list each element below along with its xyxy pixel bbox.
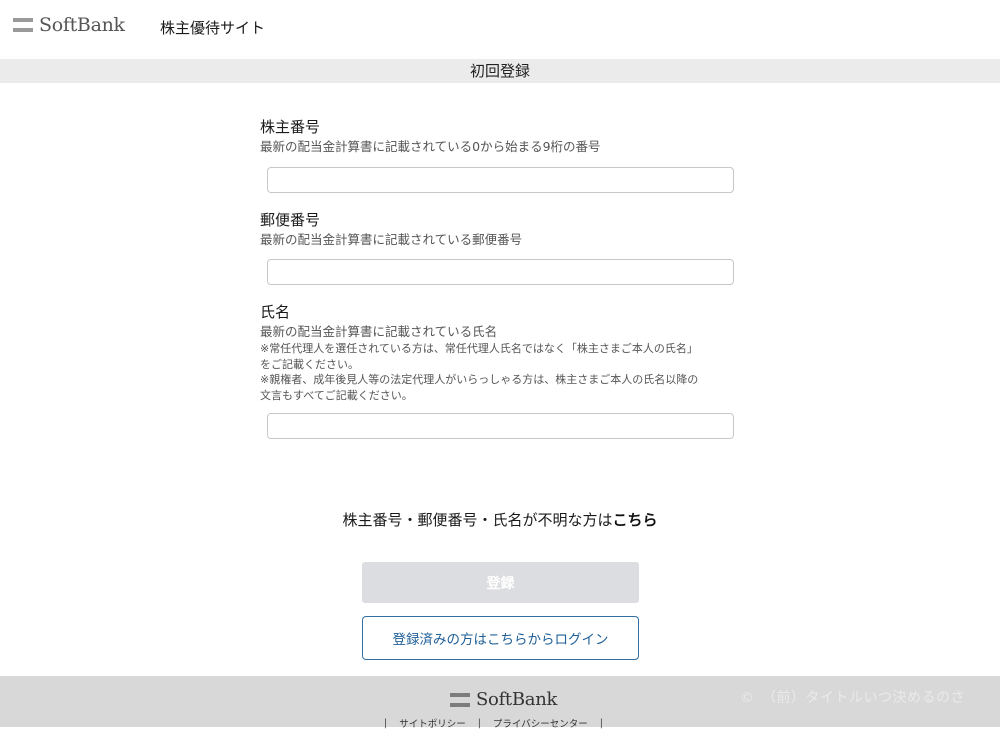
footer-logo-text: SoftBank [476, 689, 558, 710]
site-title: 株主優待サイト [160, 19, 266, 37]
softbank-logo[interactable]: SoftBank [13, 14, 125, 36]
softbank-logo-icon [13, 18, 33, 32]
footer: SoftBank | サイトポリシー | プライバシーセンター | © （前）タ… [0, 676, 1000, 730]
watermark-text: © （前）タイトルいつ決めるのさ [740, 690, 965, 706]
help-link[interactable]: こちら [613, 511, 658, 529]
footer-logo[interactable]: SoftBank [450, 689, 557, 710]
shareholder-number-input[interactable] [267, 167, 734, 193]
name-description: 最新の配当金計算書に記載されている氏名 [260, 324, 498, 339]
name-label: 氏名 [260, 303, 291, 321]
name-note-proxy: ※常任代理人を選任されている方は、常任代理人氏名ではなく「株主さまご本人の氏名」 [260, 342, 698, 355]
register-button[interactable]: 登録 [362, 562, 639, 603]
footer-links: | サイトポリシー | プライバシーセンター | [372, 716, 615, 730]
registration-form: 株主番号 最新の配当金計算書に記載されている0から始まる9桁の番号 郵便番号 最… [260, 116, 740, 439]
postal-code-input[interactable] [267, 259, 734, 285]
page-title: 初回登録 [0, 59, 1000, 83]
name-note-guardian-cont: 文言もすべてご記載ください。 [260, 388, 413, 402]
help-line: 株主番号・郵便番号・氏名が不明な方はこちら [0, 509, 1000, 530]
footer-softbank-logo-icon [450, 692, 470, 707]
login-button[interactable]: 登録済みの方はこちらからログイン [362, 616, 639, 660]
shareholder-number-description: 最新の配当金計算書に記載されている0から始まる9桁の番号 [260, 139, 601, 154]
postal-code-description: 最新の配当金計算書に記載されている郵便番号 [260, 232, 523, 247]
name-note-proxy-cont: をご記載ください。 [260, 357, 359, 371]
help-text: 株主番号・郵便番号・氏名が不明な方は [342, 511, 613, 529]
header: SoftBank 株主優待サイト [0, 0, 1000, 58]
name-note-guardian: ※親権者、成年後見人等の法定代理人がいらっしゃる方は、株主さまご本人の氏名以降の [260, 373, 699, 386]
footer-link-site-policy[interactable]: サイトポリシー [399, 716, 466, 730]
postal-code-label: 郵便番号 [260, 211, 321, 229]
footer-link-privacy-center[interactable]: プライバシーセンター [493, 716, 588, 730]
name-input[interactable] [267, 413, 734, 439]
logo-text: SoftBank [39, 14, 125, 36]
shareholder-number-label: 株主番号 [260, 118, 321, 136]
